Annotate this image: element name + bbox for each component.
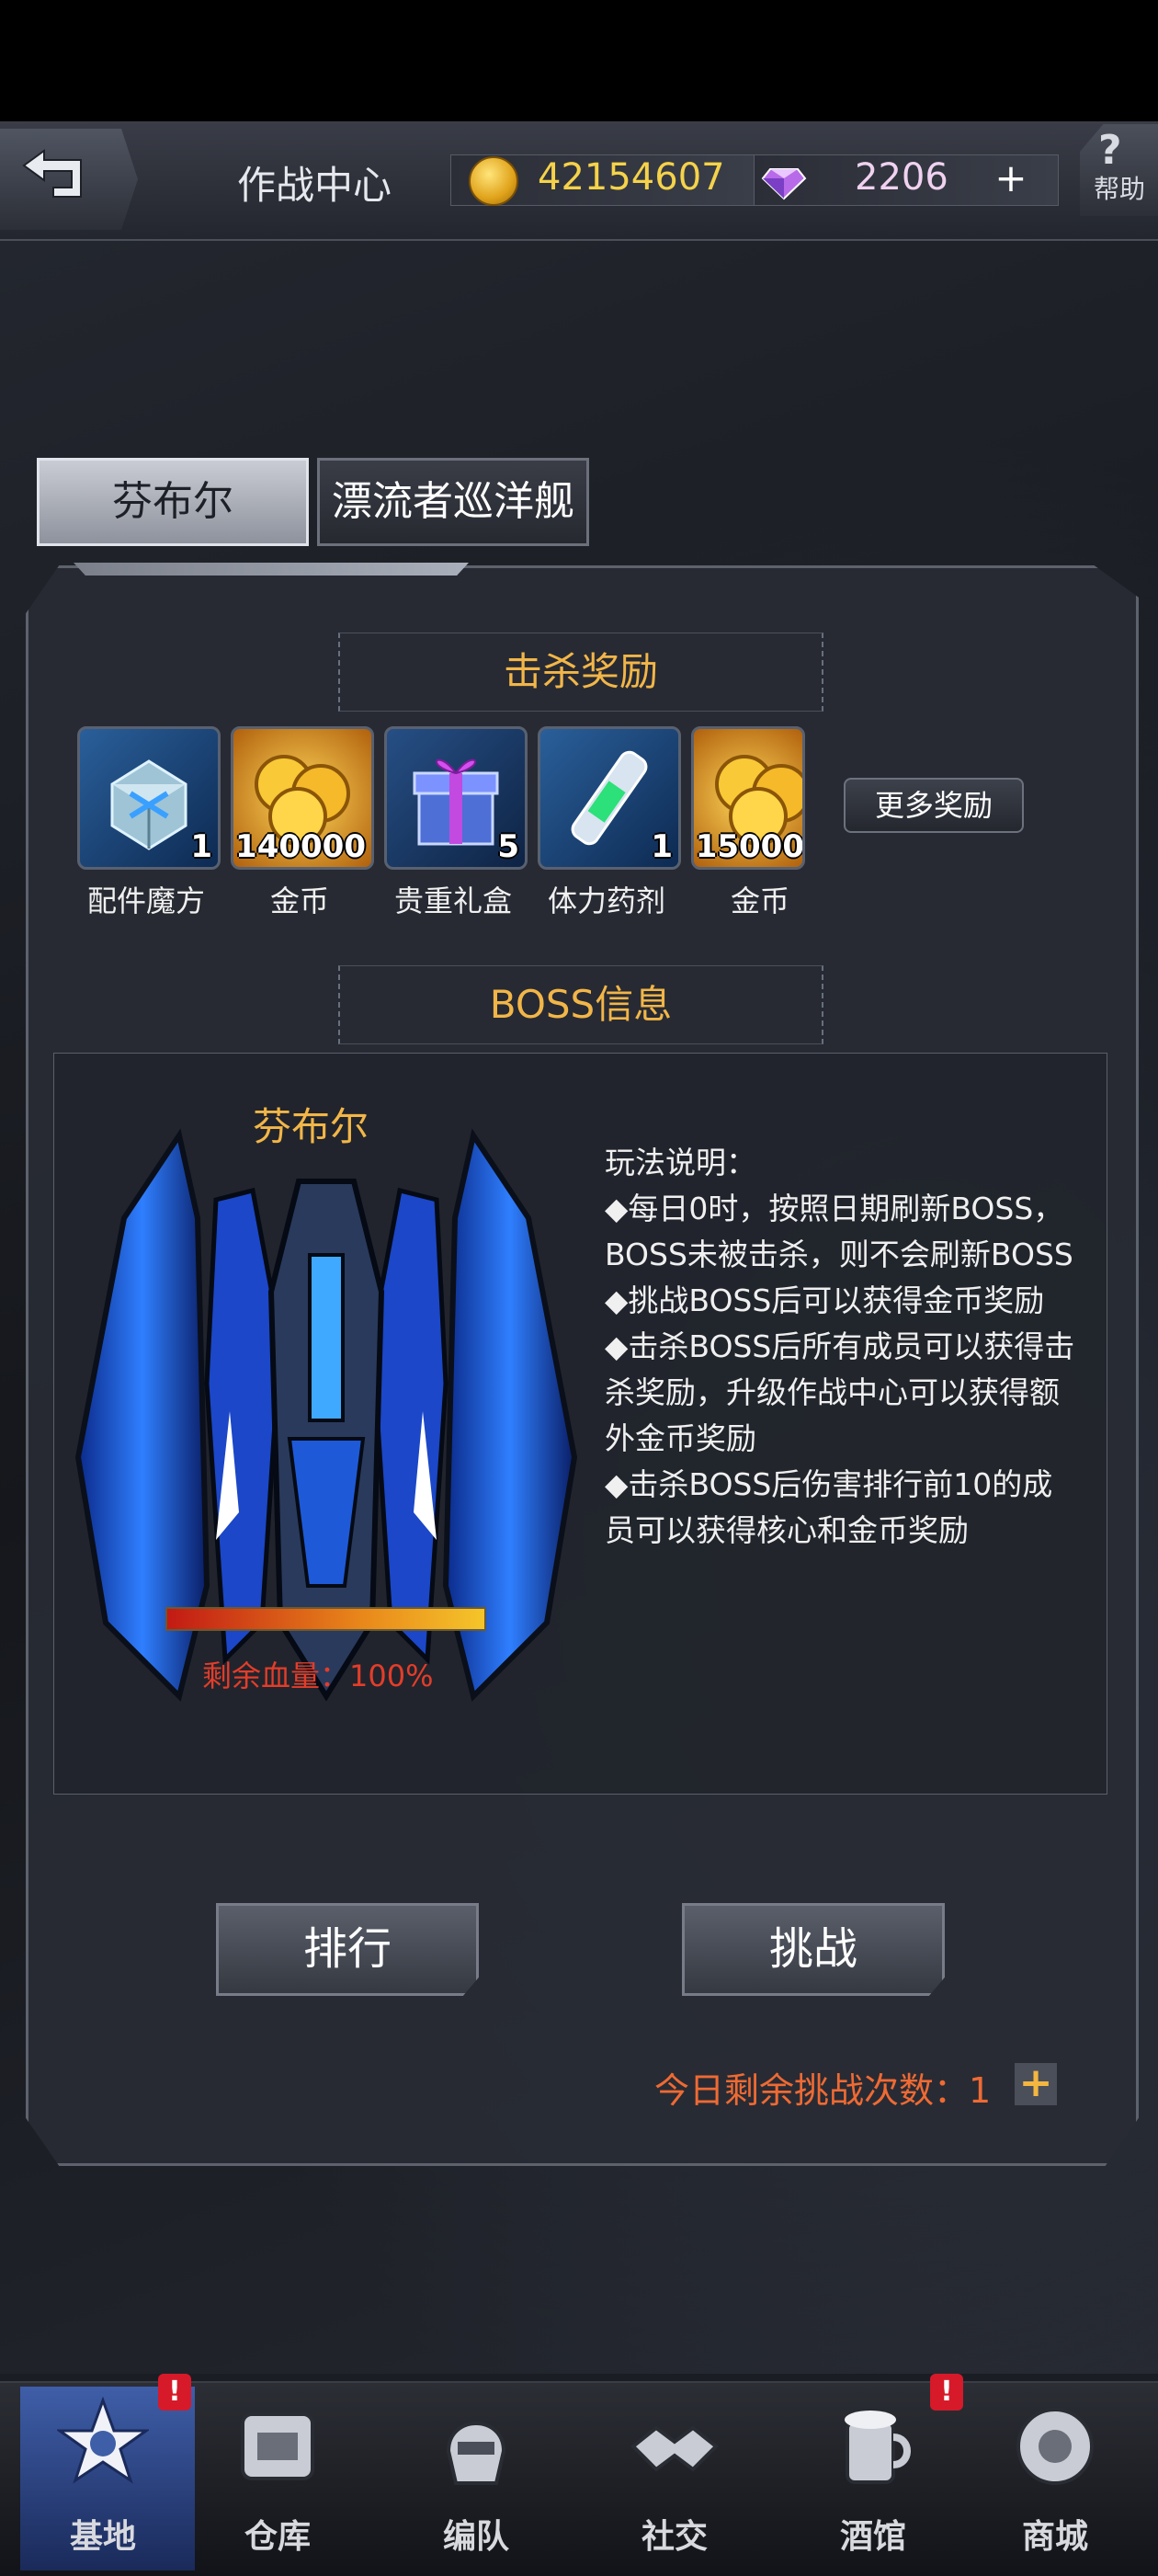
notification-badge: !: [158, 2374, 191, 2411]
nav-shop[interactable]: 商城: [972, 2387, 1138, 2570]
reward-count: 5: [497, 828, 519, 865]
boss-hp-bar: [165, 1607, 486, 1631]
gold-coin-icon: [469, 156, 518, 206]
nav-social[interactable]: 社交: [592, 2387, 757, 2570]
gem-amount: 2206: [855, 156, 948, 199]
tab-drifter-cruiser[interactable]: 漂流者巡洋舰: [317, 458, 589, 546]
warehouse-icon: [241, 2412, 314, 2480]
more-rewards-button[interactable]: 更多奖励: [844, 778, 1024, 833]
boss-info-header: BOSS信息: [338, 965, 823, 1044]
nav-label: 酒馆: [839, 2518, 906, 2556]
reward-label: 金币: [730, 883, 789, 918]
reward-item-gold-2[interactable]: 15000: [691, 726, 805, 870]
reward-count: 1: [190, 828, 212, 865]
challenge-button[interactable]: 挑战: [682, 1903, 945, 1996]
help-icon: ?: [1098, 127, 1122, 174]
add-gem-button[interactable]: +: [993, 159, 1029, 199]
reward-item-gift-box[interactable]: 5: [384, 726, 528, 870]
rules-title: 玩法说明：: [605, 1145, 756, 1180]
reward-label: 配件魔方: [86, 883, 205, 918]
nav-label: 基地: [69, 2518, 136, 2556]
boss-hp-text: 剩余血量：100%: [202, 1658, 434, 1693]
rule-line: ◆击杀BOSS后所有成员可以获得击杀奖励，升级作战中心可以获得额外金币奖励: [605, 1328, 1075, 1456]
add-challenges-button[interactable]: +: [1015, 2063, 1057, 2105]
nav-label: 仓库: [244, 2518, 311, 2556]
reward-count: 140000: [235, 828, 366, 865]
nav-tavern[interactable]: 酒馆: [790, 2387, 956, 2570]
formation-helmet-icon: [446, 2422, 506, 2485]
nav-label: 商城: [1021, 2518, 1088, 2556]
reward-count: 1: [651, 828, 673, 865]
rule-line: ◆挑战BOSS后可以获得金币奖励: [605, 1282, 1045, 1318]
reward-label: 体力药剂: [547, 883, 665, 918]
reward-label: 贵重礼盒: [393, 883, 512, 918]
back-button[interactable]: [0, 129, 138, 230]
back-arrow-icon: [22, 149, 82, 198]
reward-item-stamina-potion[interactable]: 1: [538, 726, 681, 870]
reward-count: 15000: [695, 828, 804, 865]
page-title: 作战中心: [237, 163, 392, 208]
boss-ship-image: [74, 1128, 578, 1702]
shop-icon: [1016, 2408, 1094, 2485]
reward-item-gold[interactable]: 140000: [231, 726, 374, 870]
rules-text: 玩法说明： ◆每日0时，按照日期刷新BOSS，BOSS未被击杀，则不会刷新BOS…: [605, 1140, 1083, 1554]
nav-label: 编队: [442, 2518, 509, 2556]
remaining-challenges-text: 今日剩余挑战次数：1: [654, 2070, 992, 2111]
nav-warehouse[interactable]: 仓库: [195, 2387, 360, 2570]
notification-badge: !: [930, 2374, 963, 2411]
handshake-icon: [630, 2425, 719, 2472]
nav-label: 社交: [641, 2518, 708, 2556]
rule-line: ◆每日0时，按照日期刷新BOSS，BOSS未被击杀，则不会刷新BOSS: [605, 1191, 1073, 1272]
rule-line: ◆击杀BOSS后伤害排行前10的成员可以获得核心和金币奖励: [605, 1466, 1053, 1548]
ranking-button[interactable]: 排行: [216, 1903, 479, 1996]
reward-label: 金币: [269, 883, 329, 918]
kill-rewards-header: 击杀奖励: [338, 633, 823, 712]
gold-amount: 42154607: [538, 156, 725, 199]
panel-edge-decoration: [74, 563, 469, 576]
reward-item-parts-cube[interactable]: 1: [77, 726, 221, 870]
tab-fimbul[interactable]: 芬布尔: [37, 458, 309, 546]
nav-formation[interactable]: 编队: [393, 2387, 559, 2570]
diamond-icon: [761, 168, 807, 200]
tavern-icon: [845, 2411, 911, 2484]
help-label: 帮助: [1094, 174, 1146, 204]
status-bar: [0, 0, 1158, 121]
base-emblem-icon: [57, 2396, 149, 2484]
nav-base[interactable]: 基地: [20, 2387, 195, 2570]
